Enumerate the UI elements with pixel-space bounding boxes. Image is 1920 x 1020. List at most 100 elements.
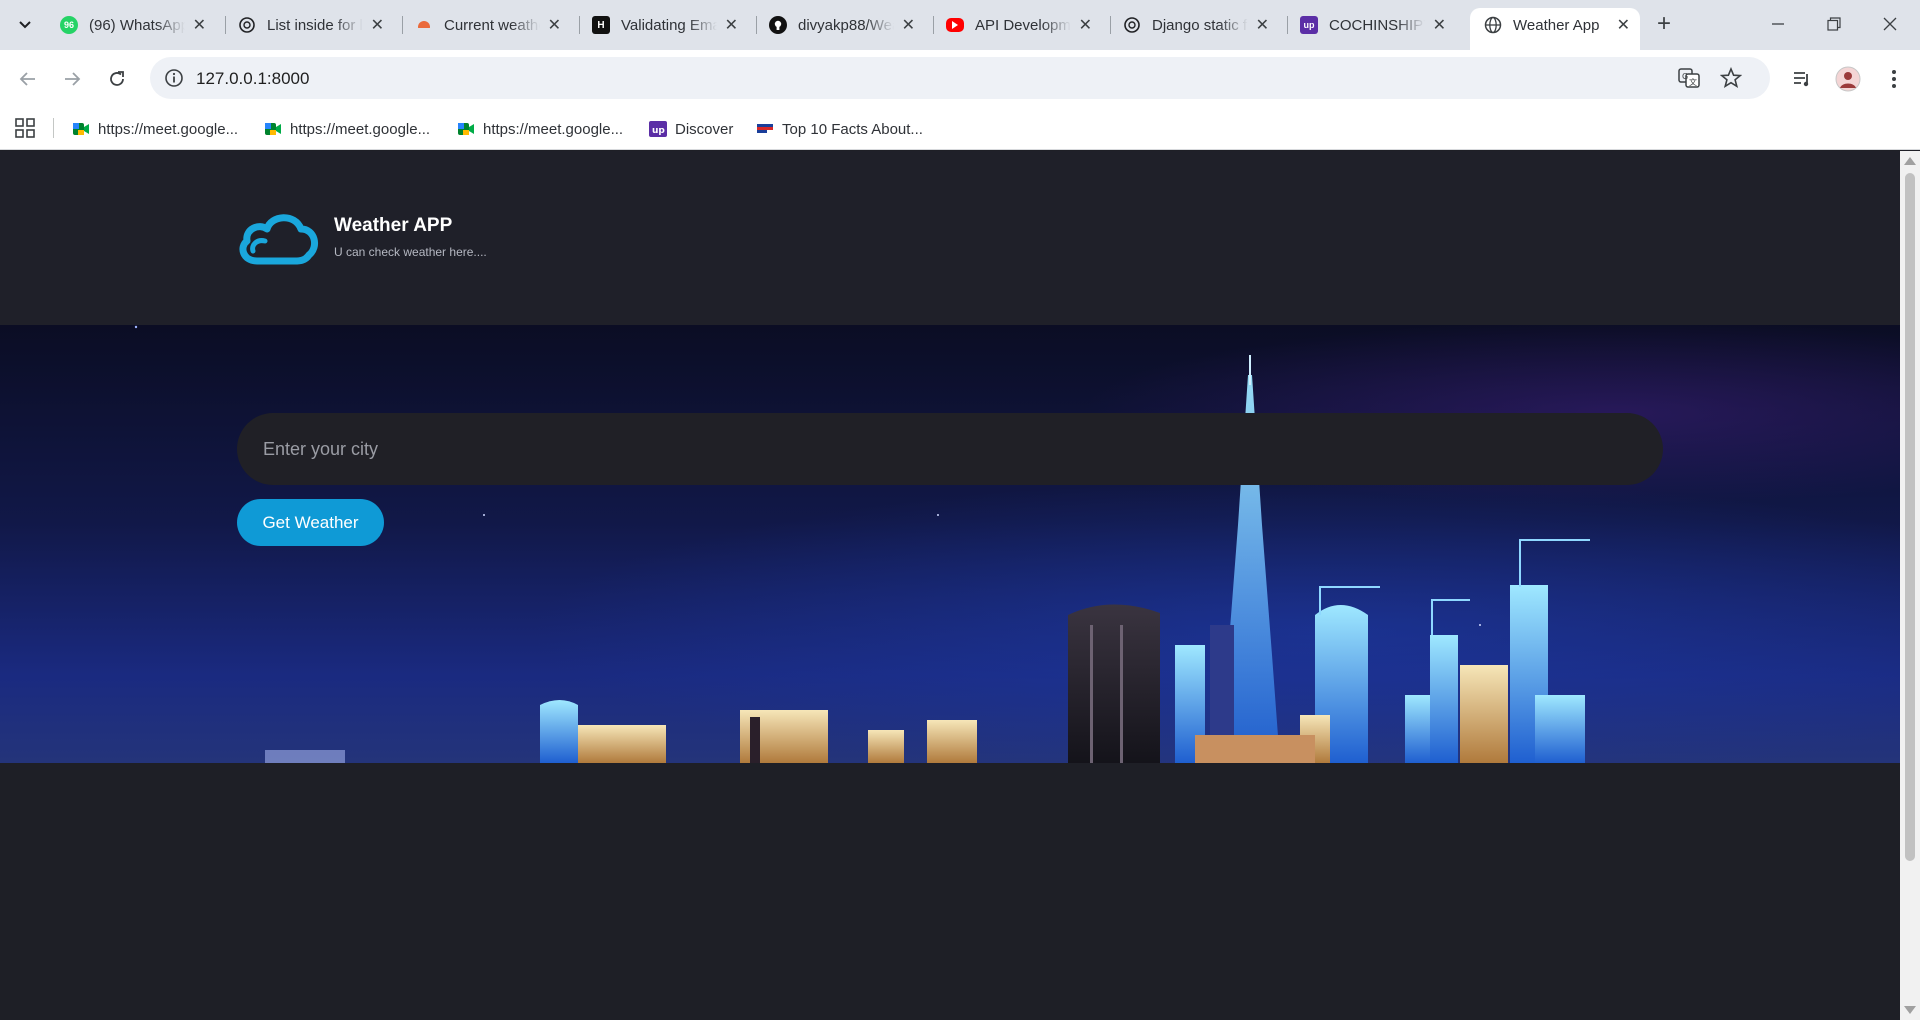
tab-validating-email[interactable]: H Validating Email ✕	[578, 8, 748, 42]
bookmark-meet-3[interactable]: https://meet.google...	[457, 117, 623, 141]
restore-button[interactable]	[1820, 10, 1848, 38]
bookmark-label: https://meet.google...	[98, 120, 239, 138]
close-tab-icon[interactable]: ✕	[371, 15, 384, 35]
bookmarks-separator	[53, 118, 54, 138]
tab-title: (96) WhatsApp	[89, 16, 185, 34]
app-title: Weather APP	[334, 215, 453, 236]
whatsapp-icon: 96	[60, 16, 78, 34]
chatgpt-icon	[1123, 16, 1141, 34]
tab-django-static[interactable]: Django static files ✕	[1109, 8, 1279, 42]
bookmark-top-10-facts[interactable]: Top 10 Facts About...	[756, 117, 923, 141]
tab-title: API Development	[975, 16, 1071, 34]
playlist-icon	[1794, 72, 1809, 87]
google-meet-icon	[458, 123, 474, 135]
tab-title: Validating Email	[621, 16, 717, 34]
tab-list-inside-for-loop[interactable]: List inside for loop ✕	[224, 8, 394, 42]
menu-button[interactable]	[1880, 65, 1908, 93]
empty-content-area	[0, 763, 1900, 1020]
minimize-icon	[1772, 23, 1784, 25]
cloud-logo-icon	[239, 214, 319, 265]
hashnode-icon: H	[592, 16, 610, 34]
tab-cochinshipyard[interactable]: up COCHINSHIPYARD ✕	[1286, 8, 1456, 42]
chevron-down-icon	[19, 21, 31, 29]
more-vert-icon	[1892, 70, 1896, 88]
page-content: Weather APP U can check weather here....	[0, 151, 1900, 1020]
chatgpt-icon	[238, 16, 256, 34]
restore-icon	[1827, 17, 1841, 31]
reload-icon	[110, 71, 124, 86]
forward-button[interactable]	[58, 65, 86, 93]
upwork-icon: up	[649, 121, 667, 137]
hero-section: Get Weather	[0, 325, 1900, 763]
browser-toolbar: 127.0.0.1:8000 G文	[0, 50, 1920, 108]
minimize-button[interactable]	[1764, 10, 1792, 38]
bookmark-star-button[interactable]	[1720, 67, 1742, 89]
close-tab-icon[interactable]: ✕	[193, 15, 206, 35]
reload-button[interactable]	[103, 65, 131, 93]
app-subtitle: U can check weather here....	[334, 245, 487, 259]
close-tab-icon[interactable]: ✕	[1433, 15, 1446, 35]
close-icon	[1883, 17, 1897, 31]
tab-weather-app[interactable]: Weather App ✕	[1470, 8, 1640, 50]
close-tab-icon[interactable]: ✕	[725, 15, 738, 35]
bookmarks-bar: https://meet.google... https://meet.goog…	[0, 108, 1920, 150]
tab-strip: 96 (96) WhatsApp ✕ List inside for loop …	[0, 0, 1920, 50]
bookmark-meet-1[interactable]: https://meet.google...	[72, 117, 238, 141]
page-scrollbar[interactable]	[1900, 151, 1920, 1020]
app-header: Weather APP U can check weather here....	[0, 151, 1900, 325]
scrollbar-thumb[interactable]	[1905, 173, 1915, 861]
tab-title: Weather App	[1513, 16, 1600, 34]
url-text[interactable]: 127.0.0.1:8000	[196, 69, 309, 89]
bookmark-discover[interactable]: up Discover	[649, 117, 733, 141]
get-weather-button[interactable]: Get Weather	[237, 499, 384, 546]
arrow-left-icon	[19, 72, 35, 86]
weather-icon	[415, 16, 433, 34]
media-controls-button[interactable]	[1788, 65, 1816, 93]
profile-button[interactable]	[1834, 65, 1862, 93]
scroll-up-arrow-icon[interactable]	[1904, 157, 1916, 165]
bookmark-label: Top 10 Facts About...	[782, 120, 923, 138]
translate-icon: G文	[1678, 68, 1700, 88]
translate-button[interactable]: G文	[1678, 67, 1700, 89]
close-tab-icon[interactable]: ✕	[902, 15, 915, 35]
tab-title: divyakp88/Weather	[798, 16, 894, 34]
svg-text:文: 文	[1689, 77, 1697, 87]
github-icon	[769, 16, 787, 34]
tab-current-weather[interactable]: Current weather ✕	[401, 8, 571, 42]
close-tab-icon[interactable]: ✕	[1256, 15, 1269, 35]
scroll-down-arrow-icon[interactable]	[1904, 1006, 1916, 1014]
svg-text:G: G	[1682, 72, 1688, 81]
google-meet-icon	[265, 123, 281, 135]
tab-title: List inside for loop	[267, 16, 363, 34]
tab-api-development[interactable]: API Development ✕	[932, 8, 1102, 42]
apps-grid-icon[interactable]	[14, 117, 36, 139]
bookmark-label: https://meet.google...	[290, 120, 431, 138]
avatar-icon	[1835, 66, 1861, 92]
tab-title: COCHINSHIPYARD	[1329, 16, 1425, 34]
close-window-button[interactable]	[1876, 10, 1904, 38]
tab-title: Django static files	[1152, 16, 1248, 34]
site-info-icon[interactable]	[164, 68, 184, 88]
new-tab-button[interactable]: +	[1650, 10, 1678, 38]
address-bar[interactable]: 127.0.0.1:8000 G文	[150, 57, 1770, 99]
globe-icon	[1484, 16, 1502, 34]
google-meet-icon	[73, 123, 89, 135]
svg-text:up: up	[652, 126, 665, 136]
close-tab-icon[interactable]: ✕	[548, 15, 561, 35]
bookmark-label: https://meet.google...	[483, 120, 624, 138]
star-icon	[1720, 67, 1742, 89]
arrow-right-icon	[65, 72, 81, 86]
upwork-icon: up	[1300, 16, 1318, 34]
bookmark-meet-2[interactable]: https://meet.google...	[264, 117, 430, 141]
back-button[interactable]	[14, 65, 42, 93]
close-tab-icon[interactable]: ✕	[1079, 15, 1092, 35]
tab-whatsapp[interactable]: 96 (96) WhatsApp ✕	[46, 8, 216, 42]
tab-search-button[interactable]	[10, 12, 40, 38]
city-input[interactable]	[237, 413, 1663, 485]
close-tab-icon[interactable]: ✕	[1617, 15, 1630, 35]
tab-title: Current weather	[444, 16, 540, 34]
flag-icon	[757, 124, 773, 133]
tab-github[interactable]: divyakp88/Weather ✕	[755, 8, 925, 42]
youtube-icon	[946, 18, 964, 32]
bookmark-label: Discover	[675, 120, 734, 138]
